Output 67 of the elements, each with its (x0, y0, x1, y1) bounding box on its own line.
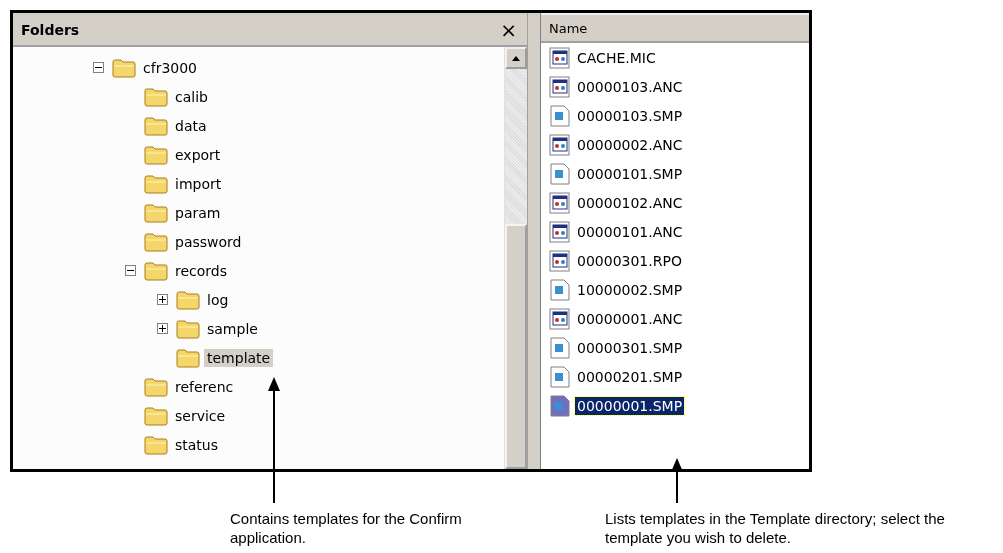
file-name[interactable]: CACHE.MIC (575, 48, 658, 67)
callout-text: Contains templates for the Confirm application. (230, 509, 463, 547)
folder-label[interactable]: data (172, 116, 210, 135)
folder-label[interactable]: records (172, 261, 230, 280)
folder-label[interactable]: cfr3000 (140, 58, 200, 77)
file-name[interactable]: 00000301.SMP (575, 338, 685, 357)
folder-label[interactable]: import (172, 174, 225, 193)
file-name[interactable]: 00000002.ANC (575, 135, 685, 154)
folder-icon (144, 86, 168, 107)
folder-icon (144, 115, 168, 136)
column-header[interactable]: Name (541, 13, 809, 43)
file-name[interactable]: 00000101.ANC (575, 222, 685, 241)
file-name[interactable]: 00000301.RPO (575, 251, 684, 270)
folder-label[interactable]: template (204, 348, 274, 367)
expand-toggle[interactable] (157, 294, 168, 305)
folder-icon (144, 434, 168, 455)
up-arrow-icon (512, 55, 520, 61)
document-icon (549, 162, 571, 185)
collapse-toggle[interactable] (125, 265, 136, 276)
application-file-icon (549, 249, 571, 272)
folder-icon (144, 260, 168, 281)
folder-icon (144, 376, 168, 397)
folder-label[interactable]: password (172, 232, 245, 251)
folder-label[interactable]: status (172, 435, 222, 454)
application-file-icon (549, 133, 571, 156)
collapse-toggle[interactable] (93, 62, 104, 73)
file-name[interactable]: 10000002.SMP (575, 280, 685, 299)
folder-label[interactable]: service (172, 406, 229, 425)
folder-label[interactable]: param (172, 203, 224, 222)
folder-label[interactable]: export (172, 145, 224, 164)
file-name[interactable]: 00000103.ANC (575, 77, 685, 96)
application-file-icon (549, 191, 571, 214)
scrollbar[interactable] (504, 47, 527, 469)
folder-label[interactable]: sample (204, 319, 261, 338)
document-icon (549, 104, 571, 127)
folder-icon (176, 347, 200, 368)
application-file-icon (549, 46, 571, 69)
file-name[interactable]: 00000101.SMP (575, 164, 685, 183)
callout-text: Lists templates in the Template directory; select the template you wish to delete. (605, 509, 946, 547)
application-file-icon (549, 307, 571, 330)
folder-icon (144, 144, 168, 165)
file-name[interactable]: 00000001.ANC (575, 309, 685, 328)
close-button[interactable]: × (498, 20, 519, 40)
scroll-up-button[interactable] (505, 47, 527, 69)
file-name[interactable]: 00000102.ANC (575, 193, 685, 212)
folder-icon (144, 405, 168, 426)
scroll-thumb[interactable] (505, 224, 527, 469)
expand-toggle[interactable] (157, 323, 168, 334)
document-icon (549, 278, 571, 301)
folder-label[interactable]: calib (172, 87, 211, 106)
folder-icon (144, 173, 168, 194)
folder-icon (144, 202, 168, 223)
document-icon (549, 394, 571, 417)
folder-icon (176, 289, 200, 310)
document-icon (549, 336, 571, 359)
folder-label[interactable]: log (204, 290, 232, 309)
folder-icon (112, 57, 136, 78)
folder-label[interactable]: referenc (172, 377, 237, 396)
file-name[interactable]: 00000201.SMP (575, 367, 685, 386)
folder-icon (176, 318, 200, 339)
file-name[interactable]: 00000001.SMP (575, 396, 685, 415)
document-icon (549, 365, 571, 388)
file-name[interactable]: 00000103.SMP (575, 106, 685, 125)
application-file-icon (549, 220, 571, 243)
pane-title: Folders (21, 22, 80, 38)
application-file-icon (549, 75, 571, 98)
folder-icon (144, 231, 168, 252)
